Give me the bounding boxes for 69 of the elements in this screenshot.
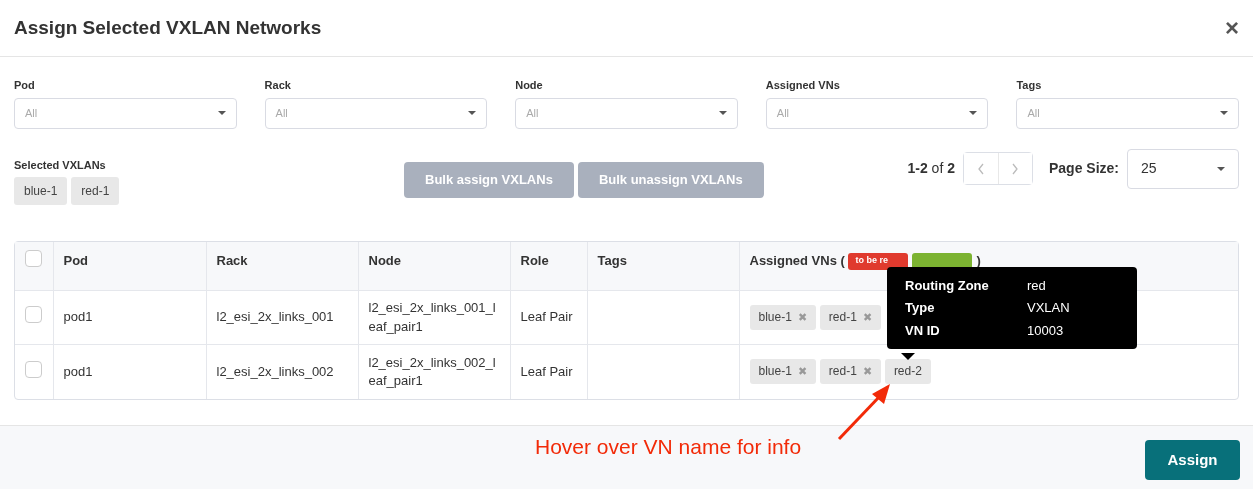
tooltip-value: 10003 xyxy=(1027,321,1065,340)
placeholder-text: All xyxy=(776,105,790,121)
vn-chip[interactable]: red-1 ✖ xyxy=(819,359,881,385)
table-cell-text: pod1 xyxy=(63,309,93,325)
filter-dropdown[interactable]: All xyxy=(515,97,738,129)
page-size-dropdown[interactable]: 25 xyxy=(1127,148,1239,189)
placeholder-text: All xyxy=(25,105,38,121)
page-size-value: 25 xyxy=(1141,159,1157,178)
table-cell-text: l2_esi_2x_links_001_leaf_pair1 xyxy=(368,300,496,334)
tooltip-pointer xyxy=(901,352,915,360)
vn-chip[interactable]: blue-1 ✖ xyxy=(749,359,816,385)
tooltip-key: Type xyxy=(905,298,1027,318)
close-button[interactable]: × xyxy=(1225,16,1239,40)
vn-chip[interactable]: red-2 xyxy=(884,359,931,385)
table-cell-text: Leaf Pair xyxy=(520,309,573,325)
selected-label: Selected VXLANs xyxy=(14,157,107,173)
vxlan-chip: blue-1 xyxy=(14,177,68,205)
tooltip-value: red xyxy=(1027,276,1047,295)
modal-title: Assign Selected VXLAN Networks xyxy=(14,15,322,40)
vn-chip[interactable]: red-1 ✖ xyxy=(819,305,881,330)
placeholder-text: All xyxy=(275,105,288,121)
remove-icon[interactable]: ✖ xyxy=(797,309,807,326)
select-all-checkbox[interactable] xyxy=(25,249,42,267)
remove-icon[interactable]: ✖ xyxy=(797,364,807,380)
legend-badge: to be re xyxy=(848,253,909,271)
assign-button[interactable]: Assign xyxy=(1145,440,1240,480)
row-checkbox[interactable] xyxy=(25,360,42,378)
column-header: Tags xyxy=(587,241,739,291)
filter-label: Assigned VNs xyxy=(765,78,841,93)
chevron-right-icon xyxy=(1011,163,1020,176)
vxlan-chip: red-1 xyxy=(71,177,120,205)
column-header: Node xyxy=(358,241,510,291)
tooltip-key: VN ID xyxy=(905,320,1027,340)
column-header: Pod xyxy=(53,241,206,291)
placeholder-text: All xyxy=(526,105,539,121)
caret-icon xyxy=(718,111,727,115)
filter-dropdown[interactable]: All xyxy=(765,97,989,129)
filter-dropdown[interactable]: All xyxy=(1016,97,1239,129)
caret-icon xyxy=(1220,111,1228,115)
remove-icon[interactable]: ✖ xyxy=(862,309,872,326)
table-cell-text: l2_esi_2x_links_002_leaf_pair1 xyxy=(368,354,496,388)
caret-icon xyxy=(1217,166,1225,171)
row-checkbox[interactable] xyxy=(25,306,42,324)
tooltip-key: Routing Zone xyxy=(905,275,1027,295)
page-range: 1-2 of 2 xyxy=(907,159,955,178)
chevron-left-icon xyxy=(976,163,985,176)
filter-dropdown[interactable]: All xyxy=(14,97,237,129)
column-header: Rack xyxy=(206,241,358,291)
page-size-label: Page Size: xyxy=(1048,159,1119,178)
annotation-arrow xyxy=(837,384,890,441)
placeholder-text: All xyxy=(1027,105,1040,121)
table-cell-text: l2_esi_2x_links_001 xyxy=(216,309,334,325)
column-header: Assigned VNs ( xyxy=(749,253,845,268)
table-cell-text: Leaf Pair xyxy=(520,363,573,379)
table-cell-text: pod1 xyxy=(63,363,93,379)
filter-label: Tags xyxy=(1016,78,1043,93)
remove-icon[interactable]: ✖ xyxy=(862,364,872,380)
vn-chip[interactable]: blue-1 ✖ xyxy=(749,305,816,330)
caret-icon xyxy=(217,111,226,115)
tooltip-value: VXLAN xyxy=(1027,299,1071,317)
filter-label: Rack xyxy=(264,78,292,93)
filter-label: Pod xyxy=(14,78,36,93)
caret-icon xyxy=(468,111,477,115)
caret-icon xyxy=(969,111,978,115)
table-cell-text: l2_esi_2x_links_002 xyxy=(216,363,334,379)
column-header: Role xyxy=(510,241,587,291)
filter-label: Node xyxy=(515,78,544,93)
filter-dropdown[interactable]: All xyxy=(264,97,488,129)
annotation-text: Hover over VN name for info xyxy=(535,434,802,460)
